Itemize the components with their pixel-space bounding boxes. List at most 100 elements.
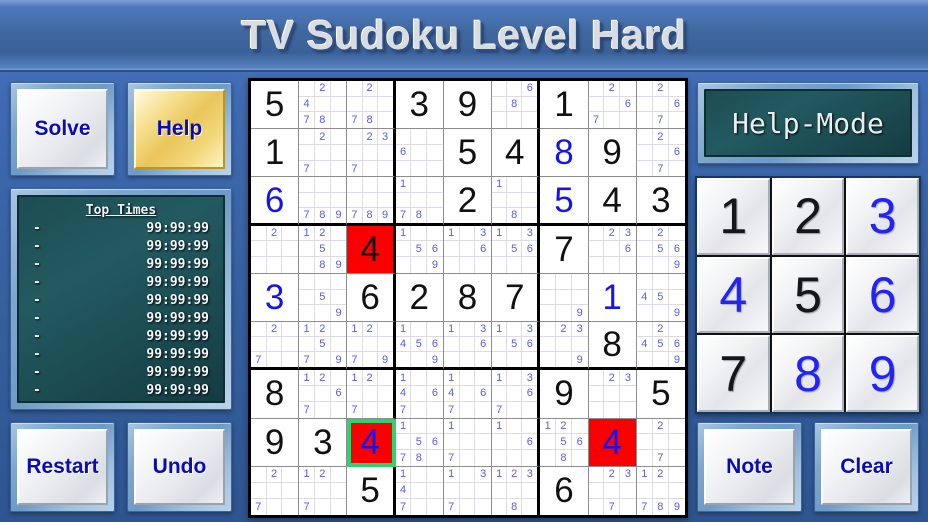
sudoku-cell-r1c7[interactable]: 1	[540, 81, 589, 130]
sudoku-cell-r9c2[interactable]: 12 7	[299, 466, 348, 515]
sudoku-cell-r8c6[interactable]: 16	[492, 418, 541, 467]
sudoku-cell-r6c6[interactable]: 1356	[492, 322, 541, 371]
sudoku-cell-r8c5[interactable]: 17	[443, 418, 493, 467]
restart-button[interactable]: Restart	[10, 422, 115, 512]
numpad-key-5[interactable]: 5	[771, 256, 845, 334]
sudoku-cell-r8c4[interactable]: 15678	[395, 418, 444, 467]
sudoku-cell-r4c2[interactable]: 12589	[299, 225, 348, 274]
sudoku-cell-r4c5[interactable]: 136	[443, 225, 493, 274]
sudoku-cell-r1c6[interactable]: 68	[492, 81, 541, 130]
sudoku-cell-r3c1[interactable]: 6	[251, 177, 300, 226]
sudoku-cell-r3c3[interactable]: 789	[347, 177, 396, 226]
sudoku-cell-r7c5[interactable]: 1467	[443, 370, 493, 419]
sudoku-cell-r8c8[interactable]: 4	[588, 418, 637, 467]
sudoku-cell-r5c1[interactable]: 3	[251, 273, 300, 323]
help-button[interactable]: Help	[127, 82, 232, 176]
sudoku-cell-r3c4[interactable]: 1 78	[395, 177, 444, 226]
number-pad[interactable]: 123456789	[695, 176, 921, 414]
sudoku-cell-r7c1[interactable]: 8	[251, 370, 300, 419]
sudoku-cell-r2c3[interactable]: 237	[347, 129, 396, 178]
sudoku-cell-r4c6[interactable]: 1356	[492, 225, 541, 274]
sudoku-cell-r4c3[interactable]: 4	[347, 225, 396, 274]
sudoku-cell-r7c9[interactable]: 5	[636, 370, 685, 419]
sudoku-cell-r3c9[interactable]: 3	[636, 177, 685, 226]
sudoku-cell-r7c4[interactable]: 1467	[395, 370, 444, 419]
sudoku-cell-r5c4[interactable]: 2	[395, 273, 444, 323]
sudoku-cell-r5c6[interactable]: 7	[492, 273, 541, 323]
sudoku-cell-r4c9[interactable]: 2569	[636, 225, 685, 274]
sudoku-cell-r8c2[interactable]: 3	[299, 418, 348, 467]
sudoku-cell-r9c6[interactable]: 123 8	[492, 466, 541, 515]
sudoku-cell-r8c9[interactable]: 27	[636, 418, 685, 467]
numpad-key-3[interactable]: 3	[846, 178, 919, 255]
sudoku-cell-r9c4[interactable]: 147	[395, 466, 444, 515]
sudoku-cell-r5c2[interactable]: 59	[299, 273, 348, 323]
sudoku-cell-r4c7[interactable]: 7	[540, 225, 589, 274]
undo-button[interactable]: Undo	[127, 422, 232, 512]
numpad-key-4[interactable]: 4	[697, 256, 770, 334]
sudoku-cell-r5c8[interactable]: 1	[588, 273, 637, 323]
sudoku-cell-r8c3[interactable]: 4	[347, 418, 396, 467]
numpad-key-9[interactable]: 9	[846, 335, 919, 412]
sudoku-cell-r7c2[interactable]: 1267	[299, 370, 348, 419]
sudoku-cell-r2c8[interactable]: 9	[588, 129, 637, 178]
numpad-key-8[interactable]: 8	[771, 335, 845, 412]
sudoku-cell-r2c2[interactable]: 27	[299, 129, 348, 178]
sudoku-cell-r1c9[interactable]: 267	[636, 81, 685, 130]
sudoku-cell-r1c2[interactable]: 2478	[299, 81, 348, 130]
sudoku-cell-r2c4[interactable]: 6	[395, 129, 444, 178]
sudoku-cell-r6c7[interactable]: 23 9	[540, 322, 589, 371]
sudoku-cell-r1c8[interactable]: 267	[588, 81, 637, 130]
sudoku-cell-r7c8[interactable]: 23	[588, 370, 637, 419]
sudoku-cell-r6c4[interactable]: 14569	[395, 322, 444, 371]
sudoku-cell-r1c5[interactable]: 9	[443, 81, 493, 130]
sudoku-cell-r6c8[interactable]: 8	[588, 322, 637, 371]
sudoku-cell-r9c8[interactable]: 23 7	[588, 466, 637, 515]
sudoku-cell-r4c4[interactable]: 1569	[395, 225, 444, 274]
sudoku-cell-r9c5[interactable]: 137	[443, 466, 493, 515]
numpad-key-2[interactable]: 2	[771, 178, 845, 255]
sudoku-cell-r7c6[interactable]: 1367	[492, 370, 541, 419]
sudoku-cell-r3c6[interactable]: 18	[492, 177, 541, 226]
sudoku-cell-r4c8[interactable]: 236	[588, 225, 637, 274]
sudoku-cell-r4c1[interactable]: 2	[251, 225, 300, 274]
sudoku-cell-r9c7[interactable]: 6	[540, 466, 589, 515]
solve-button[interactable]: Solve	[10, 82, 115, 176]
sudoku-cell-r6c9[interactable]: 24569	[636, 322, 685, 371]
sudoku-cell-r5c7[interactable]: 9	[540, 273, 589, 323]
sudoku-cell-r7c3[interactable]: 12 7	[347, 370, 396, 419]
sudoku-cell-r2c9[interactable]: 267	[636, 129, 685, 178]
sudoku-cell-r2c1[interactable]: 1	[251, 129, 300, 178]
sudoku-cell-r3c5[interactable]: 2	[443, 177, 493, 226]
sudoku-cell-r5c9[interactable]: 459	[636, 273, 685, 323]
numpad-key-7[interactable]: 7	[697, 335, 770, 412]
sudoku-cell-r1c4[interactable]: 3	[395, 81, 444, 130]
numpad-key-1[interactable]: 1	[697, 178, 770, 255]
sudoku-cell-r2c5[interactable]: 5	[443, 129, 493, 178]
sudoku-cell-r3c2[interactable]: 789	[299, 177, 348, 226]
sudoku-cell-r8c7[interactable]: 12568	[540, 418, 589, 467]
sudoku-cell-r6c5[interactable]: 136	[443, 322, 493, 371]
help-mode-button[interactable]: Help-Mode	[697, 82, 919, 164]
note-button[interactable]: Note	[697, 422, 802, 512]
sudoku-cell-r9c1[interactable]: 27	[251, 466, 300, 515]
sudoku-cell-r6c3[interactable]: 12 7 9	[347, 322, 396, 371]
sudoku-cell-r2c7[interactable]: 8	[540, 129, 589, 178]
sudoku-cell-r1c3[interactable]: 2 78	[347, 81, 396, 130]
sudoku-cell-r9c9[interactable]: 12 789	[636, 466, 685, 515]
sudoku-cell-r9c3[interactable]: 5	[347, 466, 396, 515]
sudoku-board[interactable]: 5247827839681267267127237654892676789789…	[248, 78, 688, 518]
sudoku-cell-r3c8[interactable]: 4	[588, 177, 637, 226]
sudoku-cell-r6c2[interactable]: 1257 9	[299, 322, 348, 371]
sudoku-cell-r5c5[interactable]: 8	[443, 273, 493, 323]
sudoku-cell-r7c7[interactable]: 9	[540, 370, 589, 419]
sudoku-cell-r8c1[interactable]: 9	[251, 418, 300, 467]
sudoku-cell-r2c6[interactable]: 4	[492, 129, 541, 178]
clear-button[interactable]: Clear	[814, 422, 919, 512]
sudoku-cell-r3c7[interactable]: 5	[540, 177, 589, 226]
numpad-key-6[interactable]: 6	[846, 256, 919, 334]
sudoku-grid[interactable]: 5247827839681267267127237654892676789789…	[251, 81, 685, 515]
sudoku-cell-r5c3[interactable]: 6	[347, 273, 396, 323]
sudoku-cell-r1c1[interactable]: 5	[251, 81, 300, 130]
sudoku-cell-r6c1[interactable]: 27	[251, 322, 300, 371]
